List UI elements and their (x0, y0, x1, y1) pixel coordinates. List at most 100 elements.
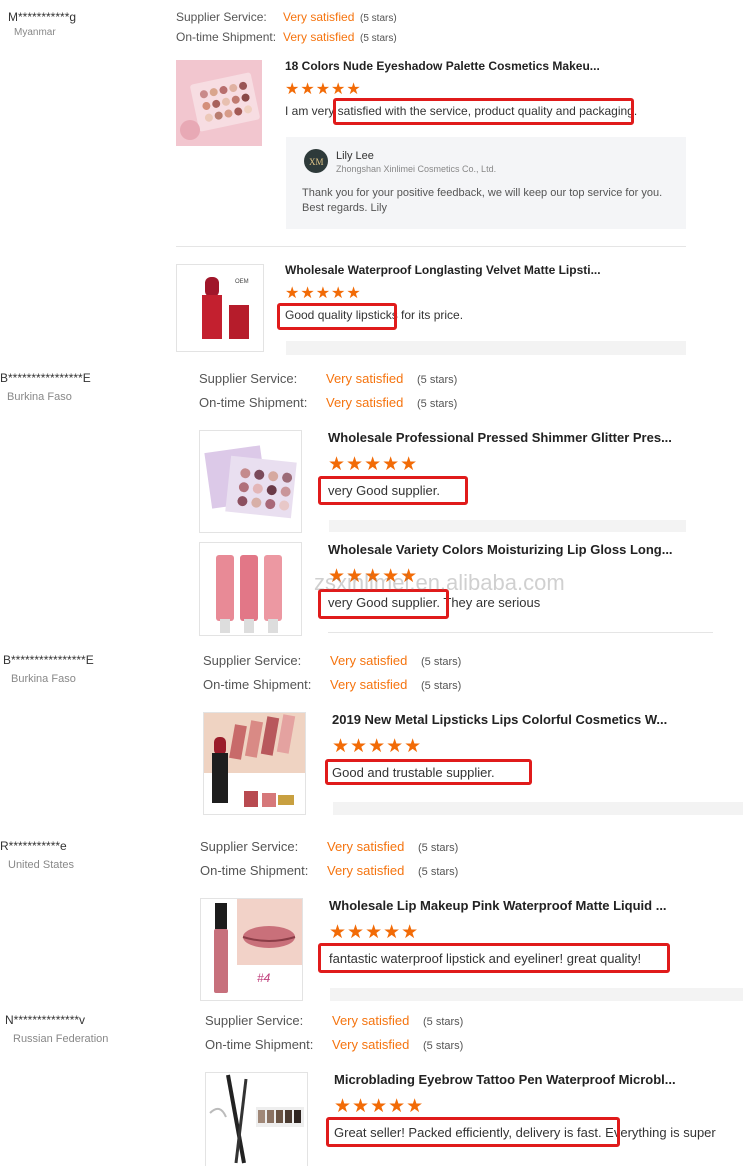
product-thumbnail[interactable]: #4 (200, 898, 303, 1001)
watermark: zsxinlimei.en.alibaba.com (314, 570, 565, 595)
supplier-service-value: Very satisfied (327, 839, 405, 854)
svg-text:OEM: OEM (235, 279, 249, 285)
reply-preview (329, 520, 686, 532)
on-time-shipment-label: On-time Shipment: (176, 30, 277, 44)
supplier-service-value: Very satisfied (332, 1013, 410, 1028)
buyer-name: B****************E (0, 371, 91, 385)
rating-stars: ★★★★★ (332, 736, 423, 757)
highlight-box (277, 303, 397, 330)
rating-stars: ★★★★★ (285, 285, 362, 302)
on-time-shipment-stars: (5 stars) (360, 33, 397, 44)
supplier-service-stars: (5 stars) (421, 656, 462, 668)
product-title[interactable]: Microblading Eyebrow Tattoo Pen Waterpro… (334, 1072, 679, 1087)
product-thumbnail[interactable] (203, 712, 306, 815)
product-title[interactable]: Wholesale Lip Makeup Pink Waterproof Mat… (329, 898, 674, 913)
on-time-shipment-row: On-time Shipment: Very satisfied (5 stars) (205, 1037, 463, 1052)
product-thumbnail[interactable] (205, 1072, 308, 1166)
highlight-box (333, 98, 634, 125)
company-logo-icon: XM (309, 157, 324, 167)
lip-gloss-image (216, 555, 282, 633)
product-thumbnail[interactable] (199, 542, 302, 636)
buyer-name: B****************E (3, 653, 94, 667)
metal-lipstick-image (204, 713, 305, 807)
buyer-country: United States (8, 859, 75, 871)
on-time-shipment-stars: (5 stars) (418, 866, 459, 878)
on-time-shipment-value: Very satisfied (327, 863, 405, 878)
highlight-box (325, 759, 532, 785)
rating-stars: ★★★★★ (329, 922, 420, 943)
eyeshadow-palette-image (176, 60, 262, 146)
supplier-service-label: Supplier Service: (176, 10, 267, 24)
product-title[interactable]: Wholesale Variety Colors Moisturizing Li… (328, 542, 678, 557)
rating-stars: ★★★★★ (285, 81, 362, 98)
on-time-shipment-stars: (5 stars) (423, 1040, 464, 1052)
product-thumbnail[interactable] (199, 430, 302, 533)
product-thumbnail[interactable] (176, 60, 262, 146)
divider (176, 246, 686, 247)
supplier-service-stars: (5 stars) (423, 1016, 464, 1028)
supplier-service-value: Very satisfied (326, 371, 404, 386)
product-title[interactable]: Wholesale Professional Pressed Shimmer G… (328, 430, 678, 445)
supplier-service-label: Supplier Service: (203, 653, 302, 668)
thumbnail-label: #4 (257, 971, 271, 985)
product-title[interactable]: Wholesale Waterproof Longlasting Velvet … (285, 263, 685, 277)
on-time-shipment-value: Very satisfied (330, 677, 408, 692)
product-title[interactable]: 2019 New Metal Lipsticks Lips Colorful C… (332, 712, 677, 727)
supplier-service-row: Supplier Service: Very satisfied (5 stars) (176, 10, 397, 24)
on-time-shipment-label: On-time Shipment: (203, 677, 312, 692)
supplier-avatar: XM (304, 149, 328, 173)
reply-preview (286, 341, 686, 355)
product-thumbnail[interactable]: OEM (176, 264, 264, 352)
on-time-shipment-stars: (5 stars) (421, 680, 462, 692)
supplier-reply: XM Lily Lee Zhongshan Xinlimei Cosmetics… (286, 137, 686, 229)
supplier-service-label: Supplier Service: (200, 839, 299, 854)
supplier-service-stars: (5 stars) (360, 13, 397, 24)
reply-name: Lily Lee (336, 150, 374, 162)
buyer-country: Burkina Faso (11, 673, 76, 685)
product-title[interactable]: 18 Colors Nude Eyeshadow Palette Cosmeti… (285, 59, 685, 73)
buyer-country: Myanmar (14, 27, 56, 38)
svg-text:XM: XM (309, 157, 324, 167)
supplier-service-row: Supplier Service: Very satisfied (5 stars) (205, 1013, 463, 1028)
microblading-pen-image (209, 1074, 304, 1164)
supplier-service-value: Very satisfied (283, 10, 355, 24)
highlight-box (318, 476, 468, 505)
buyer-name: R***********e (0, 839, 67, 853)
supplier-service-stars: (5 stars) (418, 842, 459, 854)
supplier-service-label: Supplier Service: (199, 371, 298, 386)
reply-preview (330, 988, 743, 1001)
on-time-shipment-row: On-time Shipment: Very satisfied (5 stars) (200, 863, 458, 878)
on-time-shipment-value: Very satisfied (326, 395, 404, 410)
buyer-country: Burkina Faso (7, 391, 72, 403)
on-time-shipment-label: On-time Shipment: (205, 1037, 314, 1052)
supplier-service-row: Supplier Service: Very satisfied (5 stars) (203, 653, 461, 668)
rating-stars: ★★★★★ (328, 454, 419, 475)
on-time-shipment-row: On-time Shipment: Very satisfied (5 stars) (203, 677, 461, 692)
reply-company: Zhongshan Xinlimei Cosmetics Co., Ltd. (336, 164, 497, 174)
highlight-box (318, 943, 670, 973)
on-time-shipment-stars: (5 stars) (417, 398, 458, 410)
supplier-service-value: Very satisfied (330, 653, 408, 668)
on-time-shipment-value: Very satisfied (332, 1037, 410, 1052)
on-time-shipment-row: On-time Shipment: Very satisfied (5 stars) (199, 395, 457, 410)
reply-signoff: Best regards. Lily (302, 202, 387, 214)
buyer-name: N**************v (5, 1013, 86, 1027)
lipstick-image: OEM (202, 277, 249, 339)
buyer-country: Russian Federation (13, 1033, 109, 1045)
divider (328, 632, 713, 633)
reply-preview (333, 802, 743, 815)
highlight-box (326, 1117, 620, 1147)
on-time-shipment-label: On-time Shipment: (200, 863, 309, 878)
on-time-shipment-row: On-time Shipment: Very satisfied (5 stars) (176, 30, 397, 44)
supplier-service-row: Supplier Service: Very satisfied (5 stars) (200, 839, 458, 854)
on-time-shipment-value: Very satisfied (283, 30, 355, 44)
supplier-service-row: Supplier Service: Very satisfied (5 stars) (199, 371, 457, 386)
reply-text: Thank you for your positive feedback, we… (302, 187, 663, 199)
liquid-lipstick-image (214, 899, 302, 993)
supplier-service-stars: (5 stars) (417, 374, 458, 386)
glitter-palette-image (204, 445, 297, 519)
on-time-shipment-label: On-time Shipment: (199, 395, 308, 410)
rating-stars: ★★★★★ (334, 1096, 425, 1117)
supplier-service-label: Supplier Service: (205, 1013, 304, 1028)
buyer-name: M***********g (8, 10, 77, 24)
